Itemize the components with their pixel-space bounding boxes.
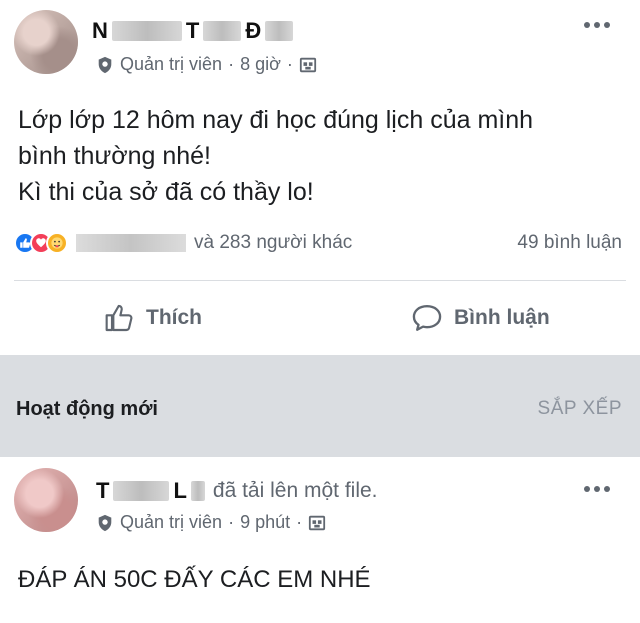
comment-button[interactable]: Bình luận [410,302,550,334]
author-role: Quản trị viên [120,512,223,532]
reactions-summary[interactable]: và 283 người khác [14,232,352,254]
author-name-initial: T [185,18,200,43]
redacted-name-part [265,21,294,41]
group-icon [309,515,326,530]
comment-count[interactable]: 49 bình luận [517,232,622,254]
post-body: ĐÁP ÁN 50C ĐẤY CÁC EM NHÉ [18,566,371,593]
redacted-name-part [113,481,170,501]
sort-button[interactable]: SẮP XẾP [538,398,622,420]
author-avatar[interactable] [14,10,78,74]
comment-bubble-icon [412,305,442,331]
author-role: Quản trị viên [120,54,223,74]
redacted-name-part [190,481,205,501]
author-name-initial: L [173,478,187,503]
author-name[interactable]: N T Đ [92,18,294,44]
care-reaction-icon [46,232,68,254]
shield-icon [98,514,112,531]
post-body: Lớp lớp 12 hôm nay đi học đúng lịch của … [18,102,533,210]
section-title: Hoạt động mới [16,398,158,420]
shield-icon [98,56,112,73]
more-options-icon[interactable] [584,486,610,492]
post-time[interactable]: 8 giờ [240,54,281,75]
more-options-icon[interactable] [584,22,610,28]
meta-separator: · [228,54,235,74]
post-text-line: bình thường nhé! [18,142,211,170]
post-time[interactable]: 9 phút [240,512,290,533]
post-text-line: Kì thi của sở đã có thầy lo! [18,178,314,206]
divider [14,280,626,281]
group-icon [299,57,316,72]
comment-label: Bình luận [454,306,550,329]
post-action-text: đã tải lên một file. [212,479,378,502]
redacted-reactor-names [76,234,186,252]
author-name-initial: T [96,478,110,503]
reactions-count-text: và 283 người khác [194,232,353,253]
redacted-name-part [203,21,242,41]
thumbs-up-icon [105,304,133,332]
post-text-line: Lớp lớp 12 hôm nay đi học đúng lịch của … [18,106,534,134]
like-label: Thích [146,306,202,329]
redacted-name-part [111,21,182,41]
meta-separator: · [228,512,235,532]
post-card-1: N T Đ Quản trị viên · 8 giờ · Lớp lớp 12… [0,0,640,355]
meta-separator: · [296,512,303,532]
like-button[interactable]: Thích [104,302,202,334]
author-name[interactable]: T L đã tải lên một file. [96,478,378,504]
post-meta: Quản trị viên · 8 giờ · [96,54,317,75]
post-meta: Quản trị viên · 9 phút · [96,512,326,533]
author-name-initial: Đ [245,18,262,43]
meta-separator: · [286,54,293,74]
author-name-initial: N [92,18,108,43]
author-avatar[interactable] [14,468,78,532]
